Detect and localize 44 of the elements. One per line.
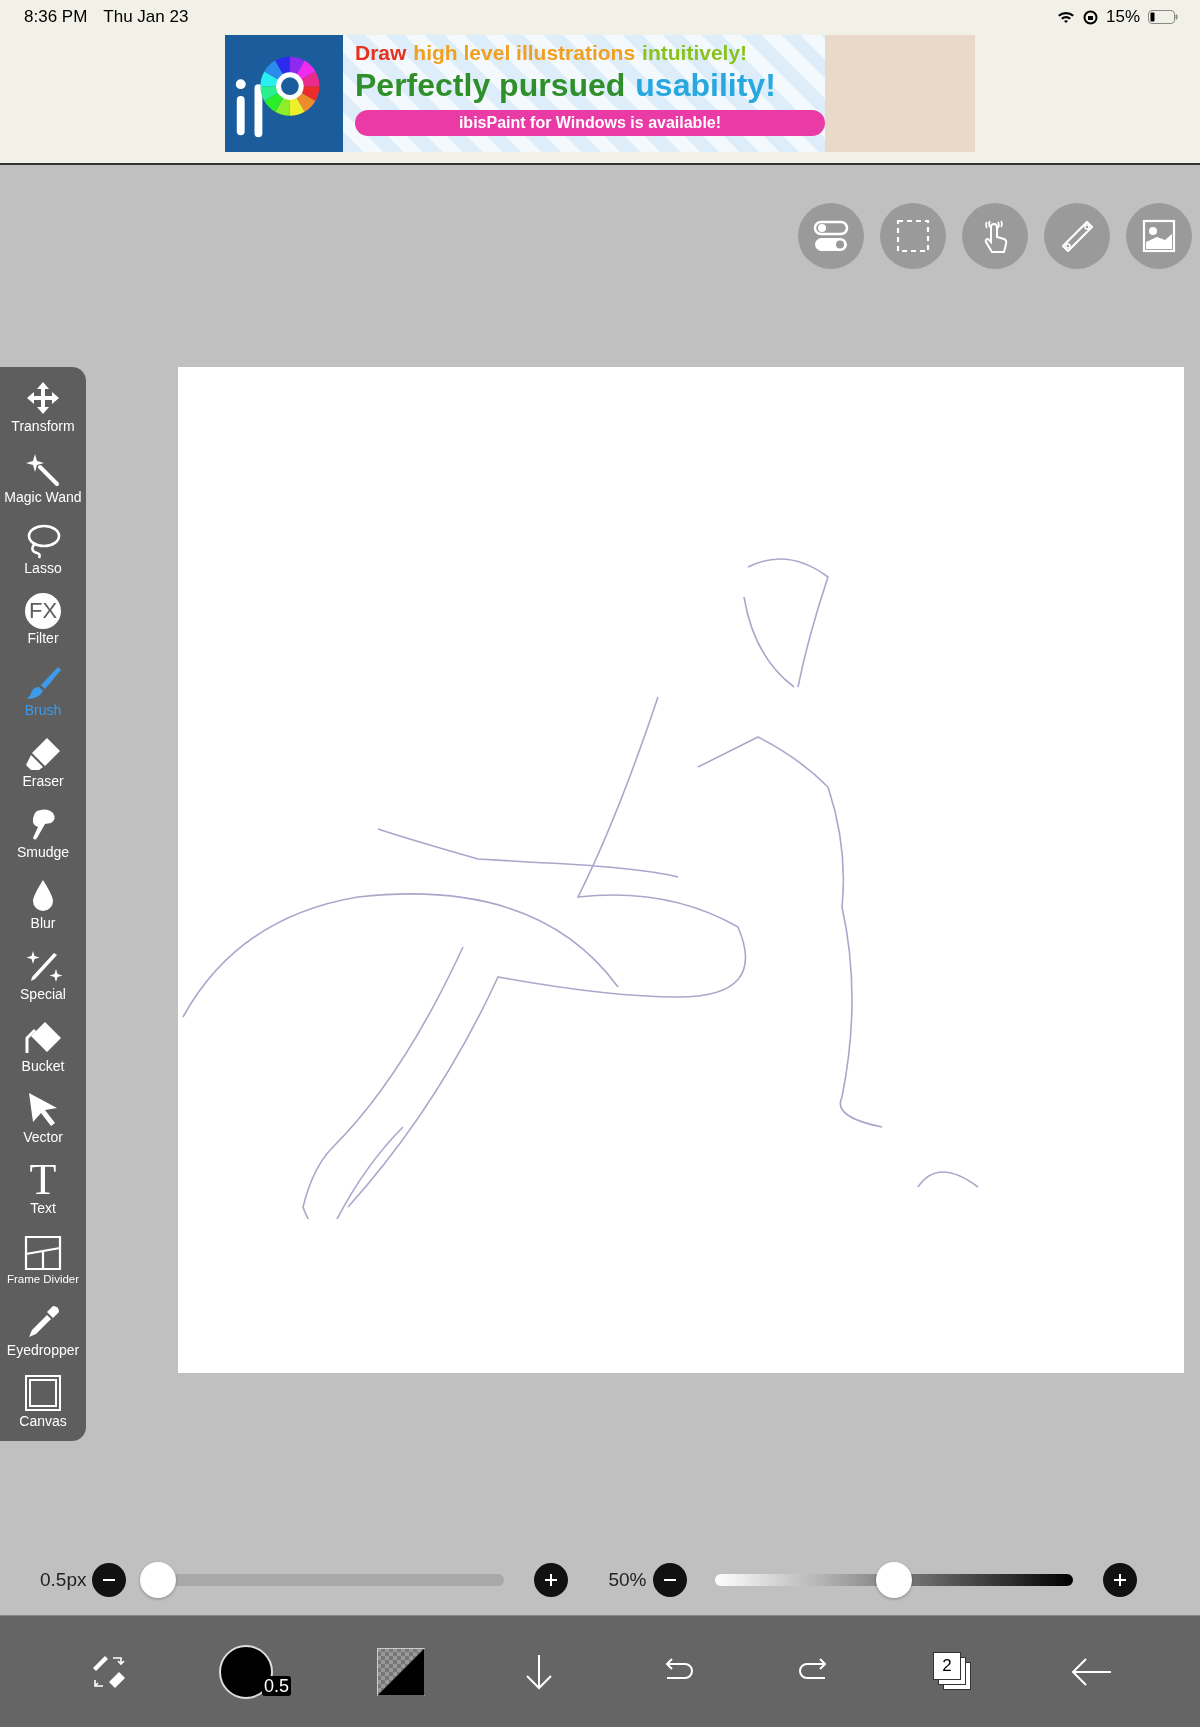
ad-headline-word: Perfectly pursued: [355, 67, 626, 104]
tool-button[interactable]: Lasso: [0, 515, 86, 582]
tool-button[interactable]: Frame Divider: [0, 1226, 86, 1293]
tool-button[interactable]: Eraser: [0, 728, 86, 795]
minus-icon: [102, 1579, 117, 1582]
frame-tool-icon: [23, 1233, 63, 1272]
ad-button[interactable]: ibisPaint for Windows is available!: [355, 110, 825, 136]
app-logo-icon: [225, 35, 343, 152]
brush-size-reading: 0.5px: [40, 1569, 87, 1592]
tool-button[interactable]: FX Filter: [0, 586, 86, 653]
ad-headline-word: high level illustrations: [413, 41, 636, 65]
increase-button[interactable]: [534, 1563, 569, 1598]
ad-headline-word: usability!: [635, 67, 776, 104]
decrease-button[interactable]: [92, 1563, 127, 1598]
tool-button[interactable]: Blur: [0, 870, 86, 937]
tool-button[interactable]: Bucket: [0, 1013, 86, 1079]
plus-icon: [544, 1573, 559, 1588]
tool-button[interactable]: Smudge: [0, 799, 86, 866]
plus-icon: [1112, 1573, 1127, 1588]
ad-headline-word: Draw: [355, 41, 407, 65]
tool-button[interactable]: Canvas: [0, 1368, 86, 1435]
opacity-reading: 50%: [608, 1569, 647, 1592]
battery-icon: [1148, 10, 1178, 24]
status-time: 8:36 PM: [24, 7, 88, 27]
minus-icon: [662, 1579, 677, 1582]
increase-button[interactable]: [1102, 1563, 1137, 1598]
tool-button[interactable]: Eyedropper: [0, 1297, 86, 1364]
status-date: Thu Jan 23: [103, 7, 189, 27]
tool-button[interactable]: Special: [0, 941, 86, 1008]
ad-headline-word: intuitively!: [642, 41, 748, 65]
tool-button[interactable]: Magic Wand: [0, 444, 86, 511]
text-tool-icon: T: [29, 1160, 57, 1199]
battery-percent: 15%: [1105, 7, 1140, 27]
rotation-lock-icon: [1082, 9, 1098, 25]
ad-banner[interactable]: Draw high level illustrations intuitively! Perfectly pursued usability! ibisPaint for Windows is available!: [225, 35, 975, 152]
color-swatch-icon: [377, 1647, 425, 1696]
layers-button[interactable]: 2: [925, 1643, 981, 1700]
tool-button[interactable]: T Text: [0, 1155, 86, 1222]
filter-icon: FX: [25, 593, 61, 630]
wifi-icon: [1056, 10, 1075, 24]
tool-button[interactable]: Vector: [0, 1084, 86, 1151]
decrease-button[interactable]: [652, 1563, 687, 1598]
tool-button[interactable]: Transform: [0, 373, 86, 440]
canvas-tool-icon: [23, 1373, 63, 1412]
